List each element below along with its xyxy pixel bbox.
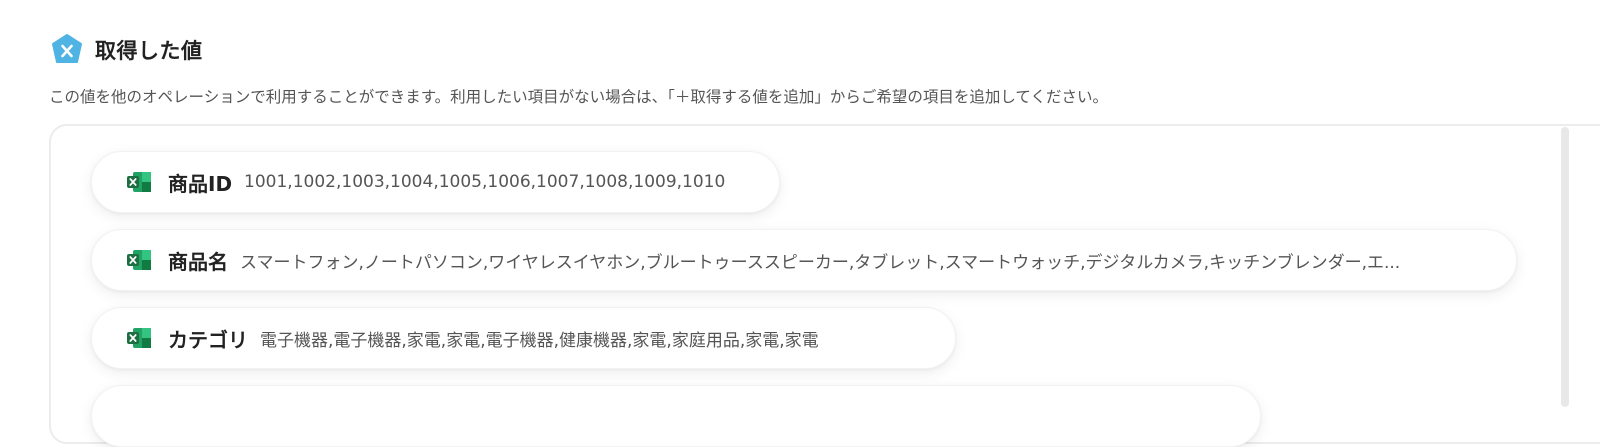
value-label: 商品ID <box>168 171 233 196</box>
excel-icon <box>127 250 151 270</box>
value-chip[interactable]: 商品ID 1001,1002,1003,1004,1005,1006,1007,… <box>91 151 780 213</box>
excel-icon <box>127 328 151 348</box>
value-chip-partial[interactable] <box>91 385 1261 447</box>
scrollbar[interactable] <box>1561 127 1569 407</box>
section-title: 取得した値 <box>95 39 203 63</box>
section-description: この値を他のオペレーションで利用することができます。利用したい項目がない場合は、… <box>49 88 1108 106</box>
value-text: 電子機器,電子機器,家電,家電,電子機器,健康機器,家電,家庭用品,家電,家電 <box>260 330 819 351</box>
value-label: カテゴリ <box>168 327 248 352</box>
value-text: スマートフォン,ノートパソコン,ワイヤレスイヤホン,ブルートゥーススピーカー,タ… <box>240 252 1401 273</box>
excel-icon <box>127 172 151 192</box>
section-header: 取得した値 <box>50 33 203 67</box>
value-label: 商品名 <box>168 249 228 274</box>
value-chip[interactable]: 商品名 スマートフォン,ノートパソコン,ワイヤレスイヤホン,ブルートゥーススピー… <box>91 229 1517 291</box>
value-text: 1001,1002,1003,1004,1005,1006,1007,1008,… <box>244 172 726 192</box>
value-chip[interactable]: カテゴリ 電子機器,電子機器,家電,家電,電子機器,健康機器,家電,家庭用品,家… <box>91 307 956 369</box>
app-hexagon-x-icon <box>52 34 82 63</box>
